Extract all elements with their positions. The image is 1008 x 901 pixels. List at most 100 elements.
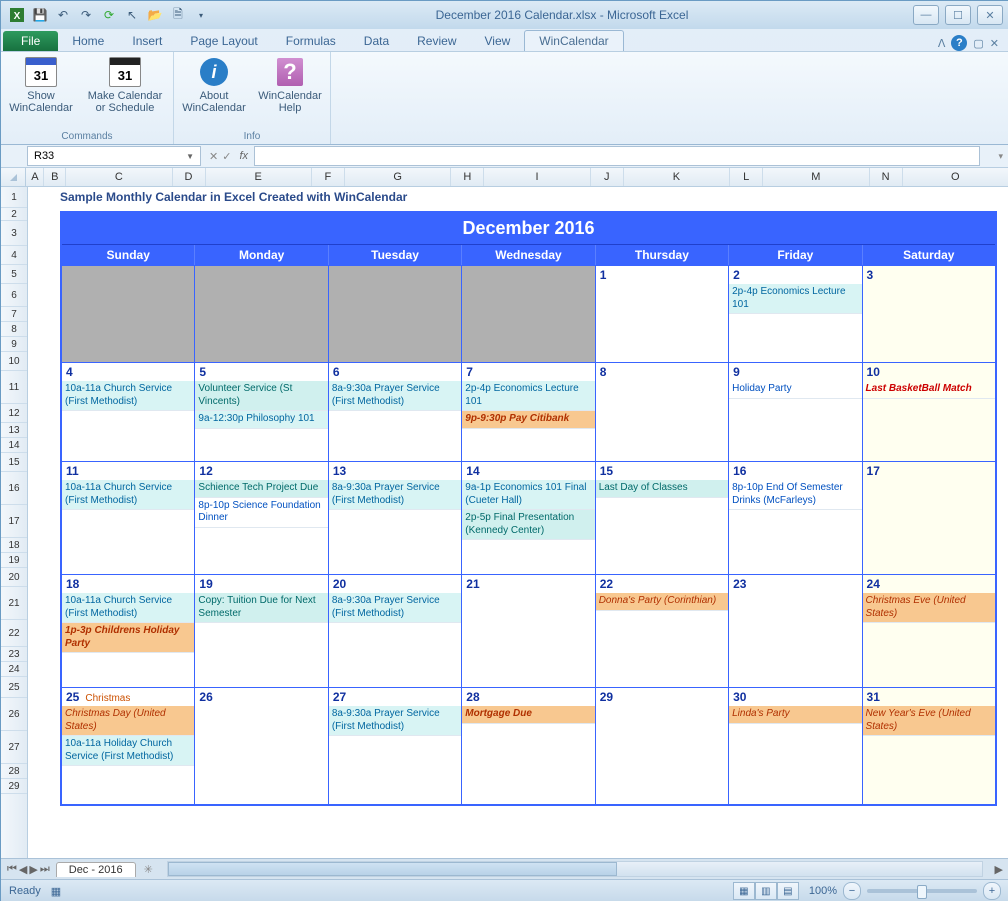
calendar-event[interactable]: 2p-5p Final Presentation (Kennedy Center… — [462, 510, 594, 540]
column-header[interactable]: K — [624, 168, 730, 186]
calendar-day-cell[interactable]: 19Copy: Tuition Due for Next Semester — [195, 575, 328, 687]
row-header[interactable]: 6 — [1, 284, 27, 307]
row-header[interactable]: 24 — [1, 662, 27, 677]
enter-fx-icon[interactable]: ✓ — [222, 150, 231, 163]
row-header[interactable]: 25 — [1, 677, 27, 698]
new-sheet-icon[interactable]: ✳ — [136, 863, 161, 876]
calendar-day-cell[interactable]: 168p-10p End Of Semester Drinks (McFarle… — [729, 462, 862, 574]
hscroll-thumb[interactable] — [168, 862, 618, 876]
calendar-day-cell[interactable]: 23 — [729, 575, 862, 687]
tab-formulas[interactable]: Formulas — [272, 31, 350, 51]
maximize-button[interactable]: ☐ — [945, 5, 971, 25]
tab-home[interactable]: Home — [58, 31, 118, 51]
wincalendar-help-button[interactable]: ? WinCalendar Help — [258, 56, 322, 129]
calendar-day-cell[interactable]: 26 — [195, 688, 328, 804]
calendar-event[interactable]: 8a-9:30a Prayer Service (First Methodist… — [329, 593, 461, 623]
column-header[interactable]: N — [870, 168, 903, 186]
calendar-event[interactable]: 1p-3p Childrens Holiday Party — [62, 623, 194, 653]
calendar-event[interactable]: Holiday Party — [729, 381, 861, 399]
calendar-day-cell[interactable]: 31New Year's Eve (United States) — [863, 688, 995, 804]
calendar-event[interactable]: New Year's Eve (United States) — [863, 706, 995, 736]
first-sheet-icon[interactable]: ⏮ — [7, 863, 17, 876]
calendar-day-cell[interactable]: 8 — [596, 363, 729, 461]
cursor-icon[interactable]: ↖ — [122, 5, 142, 25]
zoom-slider[interactable] — [867, 889, 977, 893]
tab-page-layout[interactable]: Page Layout — [176, 31, 271, 51]
calendar-day-cell[interactable]: 1110a-11a Church Service (First Methodis… — [62, 462, 195, 574]
zoom-level[interactable]: 100% — [809, 885, 837, 897]
calendar-event[interactable]: 9a-1p Economics 101 Final (Cueter Hall) — [462, 480, 594, 510]
window-restore-icon[interactable]: ▢ — [973, 37, 983, 50]
tab-file[interactable]: File — [3, 31, 58, 51]
zoom-thumb[interactable] — [917, 885, 927, 899]
calendar-day-cell[interactable]: 3 — [863, 266, 995, 362]
zoom-out-button[interactable]: − — [843, 882, 861, 900]
calendar-day-cell[interactable]: 22p-4p Economics Lecture 101 — [729, 266, 862, 362]
calendar-day-cell[interactable]: 9Holiday Party — [729, 363, 862, 461]
calendar-day-cell[interactable]: 30Linda's Party — [729, 688, 862, 804]
calendar-day-cell[interactable]: 21 — [462, 575, 595, 687]
make-calendar-button[interactable]: 31 Make Calendar or Schedule — [85, 56, 165, 129]
calendar-event[interactable]: 9p-9:30p Pay Citibank — [462, 411, 594, 429]
calendar-event[interactable]: Last BasketBall Match — [863, 381, 995, 399]
row-header[interactable]: 9 — [1, 337, 27, 352]
row-header[interactable]: 17 — [1, 505, 27, 538]
column-header[interactable]: G — [345, 168, 451, 186]
column-header[interactable]: M — [763, 168, 869, 186]
page-layout-button[interactable]: ▥ — [755, 882, 777, 900]
redo-icon[interactable]: ↷ — [76, 5, 96, 25]
tab-insert[interactable]: Insert — [118, 31, 176, 51]
column-header[interactable]: L — [730, 168, 763, 186]
row-header[interactable]: 19 — [1, 553, 27, 568]
row-header[interactable]: 27 — [1, 731, 27, 764]
row-header[interactable]: 11 — [1, 371, 27, 404]
row-header[interactable]: 12 — [1, 404, 27, 423]
column-header[interactable]: D — [173, 168, 206, 186]
help-icon[interactable]: ? — [951, 35, 967, 51]
zoom-in-button[interactable]: + — [983, 882, 1001, 900]
refresh-icon[interactable]: ⟳ — [99, 5, 119, 25]
calendar-day-cell[interactable]: 208a-9:30a Prayer Service (First Methodi… — [329, 575, 462, 687]
column-header[interactable]: I — [484, 168, 590, 186]
column-header[interactable]: H — [451, 168, 484, 186]
calendar-day-cell[interactable]: 410a-11a Church Service (First Methodist… — [62, 363, 195, 461]
calendar-day-cell[interactable]: 17 — [863, 462, 995, 574]
column-header[interactable]: A — [26, 168, 44, 186]
chevron-down-icon[interactable]: ▼ — [186, 152, 194, 161]
calendar-event[interactable]: 8a-9:30a Prayer Service (First Methodist… — [329, 706, 461, 736]
cells-area[interactable]: Sample Monthly Calendar in Excel Created… — [28, 187, 1008, 858]
calendar-day-cell[interactable]: 29 — [596, 688, 729, 804]
calendar-day-cell[interactable]: 278a-9:30a Prayer Service (First Methodi… — [329, 688, 462, 804]
tab-data[interactable]: Data — [350, 31, 403, 51]
row-header[interactable]: 1 — [1, 187, 27, 208]
row-header[interactable]: 7 — [1, 307, 27, 322]
row-header[interactable]: 8 — [1, 322, 27, 337]
column-header[interactable]: F — [312, 168, 345, 186]
column-header[interactable]: C — [66, 168, 172, 186]
calendar-day-cell[interactable]: 72p-4p Economics Lecture 1019p-9:30p Pay… — [462, 363, 595, 461]
calendar-event[interactable]: 10a-11a Church Service (First Methodist) — [62, 381, 194, 411]
calendar-event[interactable]: 8a-9:30a Prayer Service (First Methodist… — [329, 480, 461, 510]
calendar-event[interactable]: Christmas Day (United States) — [62, 706, 194, 736]
scroll-right-icon[interactable]: ▶ — [989, 863, 1008, 876]
calendar-event[interactable]: 10a-11a Church Service (First Methodist) — [62, 480, 194, 510]
fx-label[interactable]: fx — [239, 150, 254, 162]
column-header[interactable]: O — [903, 168, 1008, 186]
close-button[interactable]: ✕ — [977, 5, 1003, 25]
calendar-day-cell[interactable]: 149a-1p Economics 101 Final (Cueter Hall… — [462, 462, 595, 574]
column-header[interactable]: B — [44, 168, 66, 186]
calendar-event[interactable]: Linda's Party — [729, 706, 861, 724]
tab-view[interactable]: View — [471, 31, 525, 51]
column-header[interactable]: J — [591, 168, 624, 186]
next-sheet-icon[interactable]: ▶ — [29, 863, 37, 876]
sheet-tab-dec-2016[interactable]: Dec - 2016 — [56, 862, 136, 877]
calendar-day-cell[interactable]: 138a-9:30a Prayer Service (First Methodi… — [329, 462, 462, 574]
print-preview-icon[interactable]: 🗎 — [168, 5, 188, 25]
calendar-event[interactable]: Copy: Tuition Due for Next Semester — [195, 593, 327, 623]
last-sheet-icon[interactable]: ⏭ — [40, 863, 50, 876]
formula-input[interactable] — [254, 146, 980, 166]
excel-icon[interactable]: X — [7, 5, 27, 25]
calendar-day-cell[interactable] — [195, 266, 328, 362]
row-header[interactable]: 21 — [1, 587, 27, 620]
calendar-day-cell[interactable]: 25ChristmasChristmas Day (United States)… — [62, 688, 195, 804]
